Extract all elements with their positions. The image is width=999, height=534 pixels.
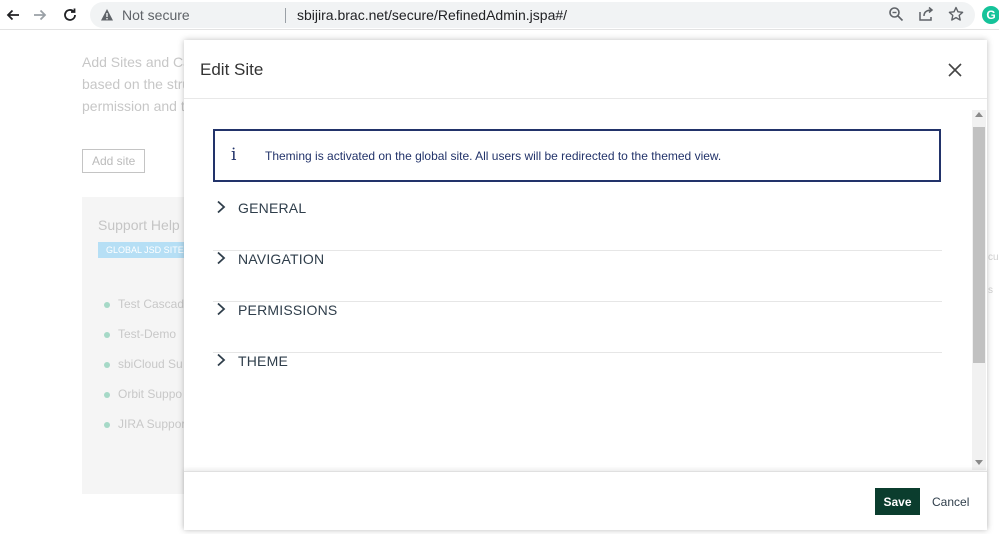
bullet-dot — [104, 362, 110, 368]
list-item: JIRA Support — [104, 417, 191, 447]
section-label: THEME — [238, 353, 288, 369]
edit-site-dialog: Edit Site i Theming is activated on the … — [184, 40, 987, 530]
section-theme[interactable]: THEME — [213, 353, 942, 404]
bullet-dot — [104, 392, 110, 398]
section-general[interactable]: GENERAL — [213, 200, 942, 251]
cancel-button[interactable]: Cancel — [932, 495, 969, 509]
info-banner: i Theming is activated on the global sit… — [213, 129, 941, 182]
chevron-right-icon — [215, 200, 229, 214]
site-name: Test Cascade — [118, 297, 191, 311]
intro-text: Add Sites and Ca based on the stru permi… — [82, 51, 184, 117]
dialog-title: Edit Site — [200, 60, 264, 79]
intro-line: based on the stru — [82, 76, 184, 92]
reload-icon[interactable] — [59, 4, 81, 26]
chevron-right-icon — [215, 302, 229, 316]
list-item: Orbit Suppo — [104, 387, 191, 417]
dialog-scrollbar[interactable] — [972, 110, 986, 470]
intro-line: Add Sites and Ca — [82, 54, 184, 70]
close-icon[interactable] — [946, 61, 964, 79]
grammarly-extension-icon[interactable]: G — [982, 6, 999, 24]
add-site-button: Add site — [82, 149, 146, 173]
site-name: Test-Demo — [118, 327, 177, 341]
info-icon: i — [231, 145, 237, 165]
section-label: GENERAL — [238, 200, 307, 216]
site-card: Support Help GLOBAL JSD SITE Test Cascad… — [82, 197, 192, 494]
address-bar[interactable]: Not secure sbijira.brac.net/secure/Refin… — [90, 2, 975, 28]
back-arrow-icon[interactable] — [2, 4, 24, 26]
right-fragment: s — [988, 285, 993, 296]
list-item: Test Cascade — [104, 297, 191, 327]
bookmark-star-icon[interactable] — [948, 6, 966, 24]
bullet-dot — [104, 332, 110, 338]
list-item: sbiCloud Su — [104, 357, 191, 387]
site-name: Orbit Suppo — [118, 387, 183, 401]
chevron-right-icon — [215, 353, 229, 367]
section-permissions[interactable]: PERMISSIONS — [213, 302, 942, 353]
chevron-right-icon — [215, 251, 229, 265]
warning-icon — [101, 9, 113, 21]
url-text[interactable]: sbijira.brac.net/secure/RefinedAdmin.jsp… — [297, 7, 567, 23]
section-label: PERMISSIONS — [238, 302, 338, 318]
intro-line: permission and th — [82, 98, 184, 114]
dialog-footer: Save Cancel — [184, 471, 987, 530]
share-icon[interactable] — [918, 6, 936, 24]
dialog-header: Edit Site — [184, 40, 987, 99]
not-secure-label: Not secure — [122, 7, 190, 23]
list-item: Test-Demo — [104, 327, 191, 357]
save-button[interactable]: Save — [875, 488, 920, 515]
forward-arrow-icon[interactable] — [29, 4, 51, 26]
section-label: NAVIGATION — [238, 251, 325, 267]
scroll-thumb[interactable] — [973, 127, 985, 363]
browser-toolbar: Not secure sbijira.brac.net/secure/Refin… — [0, 0, 999, 30]
info-message: Theming is activated on the global site.… — [265, 149, 722, 163]
right-fragment: cu — [988, 252, 999, 263]
dialog-body: i Theming is activated on the global sit… — [184, 100, 987, 471]
site-name: sbiCloud Su — [118, 357, 183, 371]
address-separator — [285, 8, 286, 23]
site-card-title: Support Help — [98, 217, 180, 233]
scroll-down-arrow-icon[interactable] — [975, 460, 983, 465]
bullet-dot — [104, 422, 110, 428]
site-name: JIRA Support — [118, 417, 189, 431]
site-list: Test Cascade Test-Demo sbiCloud Su Orbit… — [104, 297, 191, 447]
global-site-badge: GLOBAL JSD SITE — [98, 242, 192, 258]
bullet-dot — [104, 302, 110, 308]
scroll-up-arrow-icon[interactable] — [975, 112, 983, 117]
zoom-icon[interactable] — [888, 6, 906, 24]
section-navigation[interactable]: NAVIGATION — [213, 251, 942, 302]
